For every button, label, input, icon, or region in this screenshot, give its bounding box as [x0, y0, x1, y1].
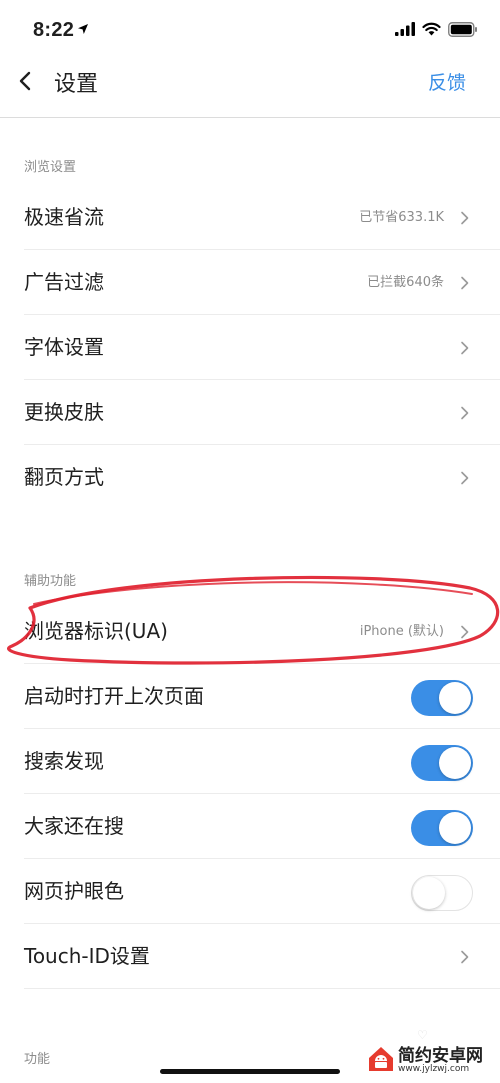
row-eye-care-color: 网页护眼色	[24, 859, 500, 924]
page-title: 设置	[54, 72, 99, 97]
toggle-knob	[439, 747, 471, 779]
section-header-browse: 浏览设置	[24, 160, 77, 175]
row-label: 启动时打开上次页面	[24, 684, 204, 708]
row-search-discover: 搜索发现	[24, 729, 500, 794]
row-trending-searches: 大家还在搜	[24, 794, 500, 859]
row-value: iPhone (默认)	[359, 624, 444, 639]
watermark-url: www.jylzwj.com	[398, 1064, 470, 1074]
section-header-assist: 辅助功能	[24, 574, 77, 589]
signal-icon	[395, 22, 415, 36]
row-restore-last-page: 启动时打开上次页面	[24, 664, 500, 729]
row-value: 已节省633.1K	[359, 210, 444, 225]
back-chevron-icon[interactable]	[12, 66, 42, 96]
chevron-right-icon	[461, 471, 469, 485]
chevron-right-icon	[461, 211, 469, 225]
chevron-right-icon	[461, 625, 469, 639]
home-indicator	[160, 1069, 340, 1074]
status-icons	[395, 20, 478, 38]
battery-icon	[448, 21, 477, 37]
row-browser-ua[interactable]: 浏览器标识(UA) iPhone (默认)	[24, 599, 500, 664]
eye-care-color-toggle[interactable]	[411, 875, 473, 911]
row-label: 翻页方式	[24, 465, 104, 489]
toggle-knob	[413, 876, 445, 909]
android-logo-icon	[369, 1047, 393, 1071]
chevron-right-icon	[461, 276, 469, 290]
wifi-icon	[422, 22, 441, 36]
row-page-turn[interactable]: 翻页方式	[24, 445, 500, 510]
row-label: 极速省流	[24, 205, 104, 229]
row-label: 网页护眼色	[24, 879, 124, 903]
location-arrow-icon	[77, 18, 89, 41]
search-discover-toggle[interactable]	[411, 745, 473, 781]
toggle-knob	[439, 812, 471, 844]
row-change-skin[interactable]: 更换皮肤	[24, 380, 500, 445]
nav-bar: 设置 反馈	[0, 56, 500, 118]
section-header-features: 功能	[24, 1052, 51, 1067]
chevron-right-icon	[461, 406, 469, 420]
chevron-right-icon	[461, 950, 469, 964]
row-label: 大家还在搜	[24, 814, 124, 838]
row-label: 浏览器标识(UA)	[24, 619, 168, 643]
row-ad-filter[interactable]: 广告过滤 已拦截640条	[24, 250, 500, 315]
chevron-right-icon	[461, 341, 469, 355]
status-bar: 8:22	[0, 0, 500, 56]
trending-searches-toggle[interactable]	[411, 810, 473, 846]
row-label: 更换皮肤	[24, 400, 104, 424]
restore-last-page-toggle[interactable]	[411, 680, 473, 716]
status-time: 8:22	[33, 18, 89, 42]
row-value: 已拦截640条	[367, 275, 444, 290]
row-label: 搜索发现	[24, 749, 104, 773]
watermark: 简约安卓网 www.jylzwj.com	[364, 1038, 494, 1080]
row-speed-save[interactable]: 极速省流 已节省633.1K	[24, 185, 500, 250]
row-label: 广告过滤	[24, 270, 104, 294]
row-touch-id[interactable]: Touch-ID设置	[24, 924, 500, 989]
row-label: 字体设置	[24, 335, 104, 359]
feedback-button[interactable]: 反馈	[428, 68, 466, 95]
row-font-settings[interactable]: 字体设置	[24, 315, 500, 380]
toggle-knob	[439, 682, 471, 714]
row-label: Touch-ID设置	[24, 944, 150, 968]
watermark-name: 简约安卓网	[398, 1046, 483, 1066]
